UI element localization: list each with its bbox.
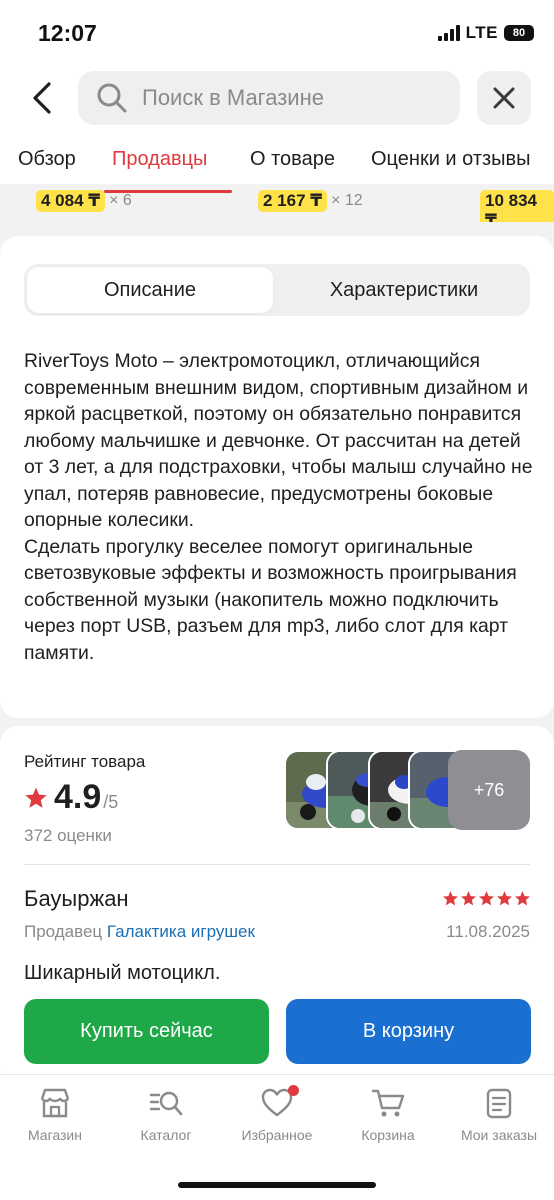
review-text: Шикарный мотоцикл.: [24, 962, 221, 984]
description-card: Описание Характеристики RiverToys Moto –…: [0, 236, 554, 718]
nav-label: Мои заказы: [460, 1127, 538, 1143]
star-icon: [514, 891, 531, 906]
description-paragraph: Сделать прогулку веселее помогут оригина…: [24, 535, 517, 664]
home-indicator: [178, 1182, 376, 1188]
review-seller: Продавец Галактика игрушек: [24, 922, 255, 942]
search-icon: [97, 83, 127, 113]
chevron-left-icon: [33, 82, 51, 114]
close-icon: [493, 87, 515, 109]
nav-label: Каталог: [140, 1127, 192, 1143]
price-offer[interactable]: 10 834 ₸: [480, 190, 554, 222]
seller-link[interactable]: Галактика игрушек: [107, 922, 255, 941]
search-input[interactable]: [142, 85, 432, 111]
tab-about[interactable]: О товаре: [250, 148, 335, 171]
shop-icon: [40, 1088, 70, 1118]
review-photos[interactable]: +76: [284, 750, 530, 830]
price-chip: 2 167 ₸: [258, 190, 328, 212]
more-photos-button[interactable]: +76: [448, 750, 530, 830]
tab-sellers[interactable]: Продавцы: [112, 148, 207, 171]
price-chip: 4 084 ₸: [36, 190, 106, 212]
segment-specifications[interactable]: Характеристики: [281, 267, 527, 313]
orders-icon: [486, 1088, 512, 1119]
rating-max: /5: [103, 792, 119, 812]
signal-icon: [437, 25, 460, 41]
catalog-search-icon: [149, 1091, 183, 1116]
buy-now-button[interactable]: Купить сейчас: [24, 999, 269, 1064]
add-to-cart-button[interactable]: В корзину: [286, 999, 531, 1064]
price-offer[interactable]: 4 084 ₸ × 6: [36, 190, 132, 212]
nav-shop[interactable]: Магазин: [0, 1087, 110, 1143]
description-paragraph: RiverToys Moto – электромотоцикл, отлича…: [24, 350, 533, 531]
star-icon: [25, 787, 47, 808]
network-type: LTE: [465, 23, 498, 42]
close-button[interactable]: [477, 71, 531, 125]
rating-value: 4.9: [54, 778, 102, 816]
rating-count: 372 оценки: [24, 826, 112, 845]
nav-favorites[interactable]: Избранное: [222, 1085, 332, 1143]
status-bar: 12:07 LTE 80: [0, 0, 554, 60]
price-quantity: × 12: [331, 192, 363, 209]
price-offer[interactable]: 2 167 ₸ × 12: [258, 190, 363, 212]
segment-description[interactable]: Описание: [27, 267, 273, 313]
status-time: 12:07: [38, 20, 97, 46]
top-header: 12:07 LTE 80 Обзор Продавцы О товаре Оце…: [0, 0, 554, 193]
star-icon: [478, 891, 495, 906]
nav-cart[interactable]: Корзина: [333, 1087, 443, 1143]
back-button[interactable]: [24, 78, 60, 118]
notification-dot: [288, 1085, 299, 1096]
description-text: RiverToys Moto – электромотоцикл, отлича…: [24, 348, 534, 666]
star-icon: [442, 891, 459, 906]
star-icon: [496, 891, 513, 906]
tab-reviews[interactable]: Оценки и отзывы: [371, 148, 531, 171]
review-stars: [442, 890, 531, 907]
cart-icon: [371, 1089, 405, 1117]
divider: [24, 864, 530, 865]
nav-label: Избранное: [241, 1127, 313, 1143]
rating-label: Рейтинг товара: [24, 752, 146, 771]
price-chip: 10 834 ₸: [480, 190, 554, 222]
nav-label: Магазин: [27, 1127, 82, 1143]
search-bar[interactable]: [78, 71, 460, 125]
nav-label: Корзина: [361, 1127, 415, 1143]
tab-overview[interactable]: Обзор: [18, 148, 76, 171]
nav-orders[interactable]: Мои заказы: [444, 1087, 554, 1143]
price-quantity: × 6: [109, 192, 132, 209]
review-date: 11.08.2025: [446, 922, 530, 941]
review-author: Бауыржан: [24, 886, 129, 911]
star-icon: [460, 891, 477, 906]
status-indicators: LTE 80: [437, 22, 534, 44]
rating-summary: 4.9 /5: [24, 778, 118, 817]
price-strip: 4 084 ₸ × 6 2 167 ₸ × 12 10 834 ₸: [0, 186, 554, 222]
seller-prefix: Продавец: [24, 922, 103, 941]
description-segmented-control: Описание Характеристики: [24, 264, 530, 316]
nav-catalog[interactable]: Каталог: [111, 1087, 221, 1143]
battery-icon: 80: [504, 25, 534, 41]
